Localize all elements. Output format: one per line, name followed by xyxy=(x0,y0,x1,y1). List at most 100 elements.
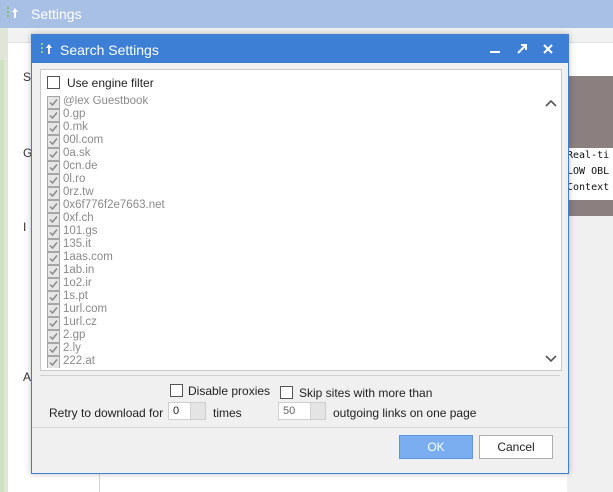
check-icon xyxy=(49,112,58,120)
engine-item[interactable]: 1url.cz xyxy=(47,316,547,330)
links-spin-control[interactable] xyxy=(310,403,325,419)
engine-label: 2.gp xyxy=(63,329,86,341)
retry-spin-control[interactable] xyxy=(190,403,205,419)
check-icon xyxy=(49,99,58,107)
check-icon xyxy=(49,294,58,302)
retry-count-value: 0 xyxy=(173,405,180,417)
engine-checkbox[interactable] xyxy=(47,291,60,304)
check-icon xyxy=(49,229,58,237)
engine-checkbox[interactable] xyxy=(47,135,60,148)
engine-checkbox[interactable] xyxy=(47,187,60,200)
engine-checkbox[interactable] xyxy=(47,304,60,317)
engine-checkbox[interactable] xyxy=(47,239,60,252)
engine-checkbox[interactable] xyxy=(47,200,60,213)
engine-label: 101.gs xyxy=(63,225,98,237)
engine-checkbox[interactable] xyxy=(47,96,60,109)
scroll-up-icon[interactable] xyxy=(545,98,557,108)
app-icon xyxy=(7,7,18,18)
engine-list-panel: Use engine filter @lex Guestbook 0.gp 0.mk… xyxy=(40,69,562,371)
engine-item[interactable]: 0cn.de xyxy=(47,160,547,174)
background-text-line: Real-ti xyxy=(567,150,610,161)
engine-label: 1url.com xyxy=(63,303,108,315)
check-icon xyxy=(49,242,58,250)
engine-item[interactable]: 0x6f776f2e7663.net xyxy=(47,199,547,213)
engine-checkbox[interactable] xyxy=(47,265,60,278)
engine-item[interactable]: 0l.ro xyxy=(47,173,547,187)
engine-checkbox[interactable] xyxy=(47,213,60,226)
background-titlebar: Settings xyxy=(0,0,613,28)
engine-item[interactable]: 0xf.ch xyxy=(47,212,547,226)
engine-checkbox[interactable] xyxy=(47,252,60,265)
engine-item[interactable]: 1url.com xyxy=(47,303,547,317)
background-label-s: S xyxy=(23,70,32,84)
background-right-lower xyxy=(567,216,613,492)
engine-item[interactable]: 1aas.com xyxy=(47,251,547,265)
skip-sites-checkbox[interactable] xyxy=(280,386,293,399)
engine-checkbox[interactable] xyxy=(47,356,60,368)
engine-list[interactable]: @lex Guestbook 0.gp 0.mk 00l.com 0a.sk 0cn.de… xyxy=(47,96,547,368)
maximize-icon xyxy=(517,44,527,54)
engine-label: 0cn.de xyxy=(63,160,98,172)
retry-count-stepper[interactable]: 0 xyxy=(168,402,206,420)
engine-item[interactable]: 1s.pt xyxy=(47,290,547,304)
check-icon xyxy=(49,138,58,146)
engine-label: 0x6f776f2e7663.net xyxy=(63,199,165,211)
check-icon xyxy=(49,333,58,341)
check-icon xyxy=(49,125,58,133)
background-label-i: I xyxy=(23,220,27,234)
engine-item[interactable]: 1o2.ir xyxy=(47,277,547,291)
check-icon xyxy=(49,203,58,211)
disable-proxies-label: Disable proxies xyxy=(188,384,271,398)
close-icon xyxy=(543,44,553,54)
engine-item[interactable]: 101.gs xyxy=(47,225,547,239)
engine-checkbox[interactable] xyxy=(47,317,60,330)
engine-checkbox[interactable] xyxy=(47,330,60,343)
engine-label: 135.it xyxy=(63,238,92,250)
engine-label: 0a.sk xyxy=(63,147,91,159)
scroll-down-icon[interactable] xyxy=(545,354,557,364)
engine-label: 00l.com xyxy=(63,134,104,146)
engine-item[interactable]: 2.gp xyxy=(47,329,547,343)
check-icon xyxy=(49,307,58,315)
use-engine-filter-label: Use engine filter xyxy=(67,76,154,90)
maximize-button[interactable] xyxy=(511,39,533,59)
engine-checkbox[interactable] xyxy=(47,343,60,356)
cancel-button[interactable]: Cancel xyxy=(479,435,553,459)
engine-item[interactable]: 00l.com xyxy=(47,134,547,148)
links-count-stepper[interactable]: 50 xyxy=(278,402,326,420)
engine-checkbox[interactable] xyxy=(47,122,60,135)
engine-item[interactable]: 1ab.in xyxy=(47,264,547,278)
engine-item[interactable]: 0.gp xyxy=(47,108,547,122)
engine-checkbox[interactable] xyxy=(47,148,60,161)
close-button[interactable] xyxy=(537,39,559,59)
engine-label: 0.mk xyxy=(63,121,88,133)
check-icon xyxy=(49,216,58,224)
background-text-line: LOW OBL xyxy=(567,166,610,177)
engine-checkbox[interactable] xyxy=(47,161,60,174)
check-icon xyxy=(49,164,58,172)
engine-label: 1url.cz xyxy=(63,316,97,328)
use-engine-filter-checkbox[interactable] xyxy=(47,76,60,89)
app-icon xyxy=(41,43,52,54)
engine-item[interactable]: 222.at xyxy=(47,355,547,368)
background-label-a: A xyxy=(23,370,32,384)
skip-sites-label: Skip sites with more than xyxy=(299,386,433,400)
engine-label: 1ab.in xyxy=(63,264,95,276)
engine-item[interactable]: 0a.sk xyxy=(47,147,547,161)
engine-label: 222.at xyxy=(63,355,95,367)
engine-item[interactable]: @lex Guestbook xyxy=(47,96,547,109)
search-settings-dialog: Search Settings Use engine filter @lex G… xyxy=(31,34,569,474)
dialog-titlebar[interactable]: Search Settings xyxy=(32,35,568,63)
engine-item[interactable]: 135.it xyxy=(47,238,547,252)
engine-checkbox[interactable] xyxy=(47,174,60,187)
ok-button[interactable]: OK xyxy=(399,435,473,459)
engine-item[interactable]: 0.mk xyxy=(47,121,547,135)
dialog-footer: OK Cancel xyxy=(32,428,568,473)
engine-checkbox[interactable] xyxy=(47,109,60,122)
minimize-button[interactable] xyxy=(484,39,506,59)
engine-checkbox[interactable] xyxy=(47,278,60,291)
disable-proxies-checkbox[interactable] xyxy=(170,384,183,397)
check-icon xyxy=(49,268,58,276)
engine-item[interactable]: 2.ly xyxy=(47,342,547,356)
engine-checkbox[interactable] xyxy=(47,226,60,239)
